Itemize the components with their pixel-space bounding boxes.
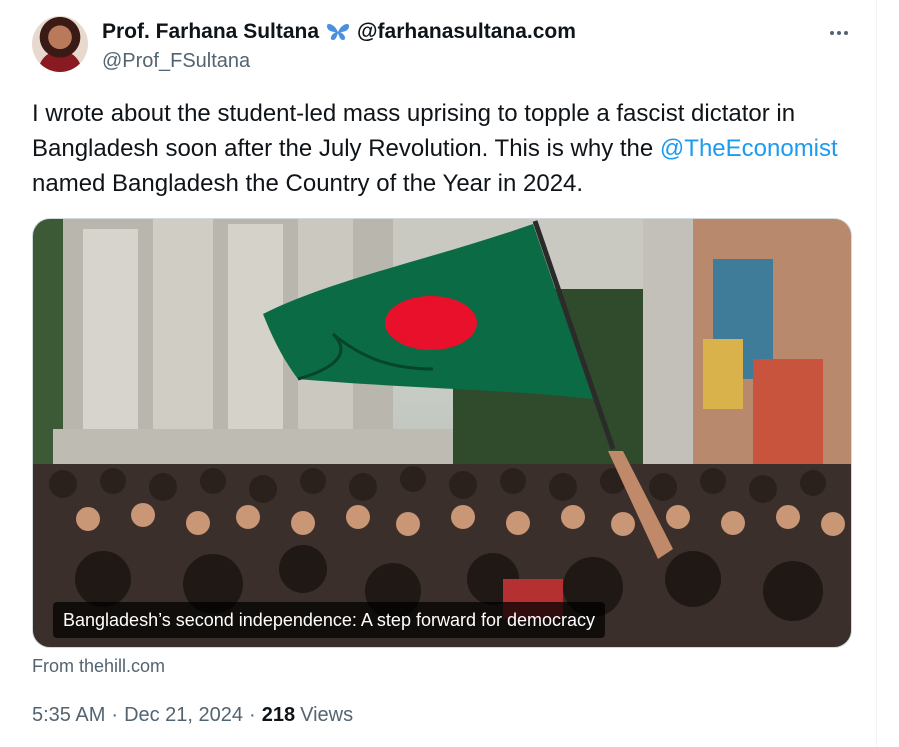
name-row: Prof. Farhana Sultana @farhanasultana.co… [102, 18, 576, 46]
author-display-name[interactable]: Prof. Farhana Sultana [102, 20, 319, 44]
card-image [33, 219, 851, 647]
author-domain-handle[interactable]: @farhanasultana.com [357, 20, 576, 44]
card-source-link[interactable]: From thehill.com [32, 656, 165, 677]
author-handle[interactable]: @Prof_FSultana [102, 50, 576, 73]
tweet-meta: 5:35 AM · Dec 21, 2024 · 218 Views [32, 704, 353, 727]
butterfly-icon [325, 21, 351, 43]
tweet-date[interactable]: Dec 21, 2024 [124, 704, 243, 727]
meta-separator: · [249, 704, 256, 726]
more-icon-dot [844, 31, 848, 35]
more-horizontal-icon [830, 31, 834, 35]
tweet-text-after: named Bangladesh the Country of the Year… [32, 170, 584, 197]
more-icon-dot [837, 31, 841, 35]
tweet-time[interactable]: 5:35 AM [32, 704, 105, 727]
meta-separator: · [111, 704, 119, 726]
column-divider [876, 0, 877, 747]
views-label: Views [300, 704, 354, 726]
tweet-text: I wrote about the student-led mass upris… [32, 96, 852, 201]
card-caption: Bangladesh’s second independence: A step… [53, 602, 606, 638]
link-card[interactable]: Bangladesh’s second independence: A step… [32, 218, 852, 648]
more-options-button[interactable] [824, 22, 854, 44]
avatar[interactable] [32, 16, 88, 72]
mention-link[interactable]: @TheEconomist [660, 135, 838, 162]
views-count: 218 [261, 704, 296, 726]
tweet-header: Prof. Farhana Sultana @farhanasultana.co… [102, 18, 576, 73]
